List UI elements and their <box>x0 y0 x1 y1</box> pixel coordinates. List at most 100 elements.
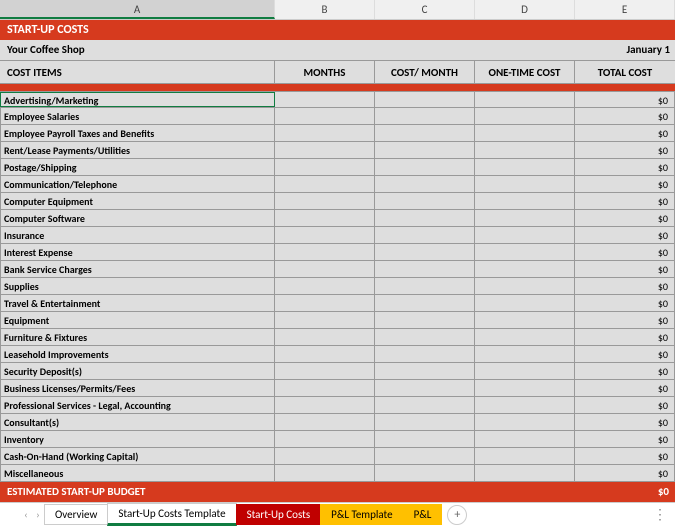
cost-item-label[interactable]: Consultant(s) <box>0 414 275 430</box>
one-time-cell[interactable] <box>475 108 575 124</box>
cost-item-label[interactable]: Travel & Entertainment <box>0 295 275 311</box>
cost-month-cell[interactable] <box>375 108 475 124</box>
total-cost-cell[interactable]: $0 <box>575 244 675 260</box>
cost-month-cell[interactable] <box>375 397 475 413</box>
one-time-cell[interactable] <box>475 414 575 430</box>
cost-item-label[interactable]: Business Licenses/Permits/Fees <box>0 380 275 396</box>
total-cost-cell[interactable]: $0 <box>575 448 675 464</box>
tab-pl[interactable]: P&L <box>403 504 443 525</box>
cost-item-label[interactable]: Furniture & Fixtures <box>0 329 275 345</box>
total-cost-cell[interactable]: $0 <box>575 210 675 226</box>
one-time-cell[interactable] <box>475 176 575 192</box>
cost-item-label[interactable]: Computer Equipment <box>0 193 275 209</box>
cost-item-label[interactable]: Insurance <box>0 227 275 243</box>
cost-month-cell[interactable] <box>375 92 475 107</box>
cost-month-cell[interactable] <box>375 176 475 192</box>
cost-item-label[interactable]: Employee Payroll Taxes and Benefits <box>0 125 275 141</box>
tab-options-icon[interactable]: ⋮ <box>653 506 667 523</box>
months-cell[interactable] <box>275 329 375 345</box>
total-cost-cell[interactable]: $0 <box>575 125 675 141</box>
subtitle-left[interactable]: Your Coffee Shop <box>0 40 275 60</box>
cost-item-label[interactable]: Professional Services - Legal, Accountin… <box>0 397 275 413</box>
one-time-cell[interactable] <box>475 312 575 328</box>
months-cell[interactable] <box>275 465 375 481</box>
months-cell[interactable] <box>275 414 375 430</box>
one-time-cell[interactable] <box>475 261 575 277</box>
total-cost-cell[interactable]: $0 <box>575 108 675 124</box>
months-cell[interactable] <box>275 176 375 192</box>
subtitle-right[interactable]: January 1 <box>575 40 675 60</box>
cost-item-label[interactable]: Leasehold Improvements <box>0 346 275 362</box>
one-time-cell[interactable] <box>475 159 575 175</box>
tab-nav-left[interactable]: ‹ <box>20 508 32 521</box>
cost-month-cell[interactable] <box>375 380 475 396</box>
total-cost-cell[interactable]: $0 <box>575 176 675 192</box>
cost-item-label[interactable]: Equipment <box>0 312 275 328</box>
months-cell[interactable] <box>275 431 375 447</box>
header-cost-items[interactable]: COST ITEMS <box>0 61 275 83</box>
months-cell[interactable] <box>275 193 375 209</box>
footer-mid[interactable] <box>275 482 575 502</box>
one-time-cell[interactable] <box>475 363 575 379</box>
total-cost-cell[interactable]: $0 <box>575 159 675 175</box>
cost-month-cell[interactable] <box>375 363 475 379</box>
tab-overview[interactable]: Overview <box>44 504 108 525</box>
total-cost-cell[interactable]: $0 <box>575 312 675 328</box>
cost-month-cell[interactable] <box>375 159 475 175</box>
months-cell[interactable] <box>275 227 375 243</box>
one-time-cell[interactable] <box>475 346 575 362</box>
cost-month-cell[interactable] <box>375 278 475 294</box>
header-months[interactable]: MONTHS <box>275 61 375 83</box>
cost-month-cell[interactable] <box>375 193 475 209</box>
tab-nav-right[interactable]: › <box>32 508 44 521</box>
header-one-time[interactable]: ONE-TIME COST <box>475 61 575 83</box>
months-cell[interactable] <box>275 278 375 294</box>
cost-month-cell[interactable] <box>375 431 475 447</box>
months-cell[interactable] <box>275 159 375 175</box>
one-time-cell[interactable] <box>475 227 575 243</box>
tab-start-up-costs[interactable]: Start-Up Costs <box>236 504 322 525</box>
cost-item-label[interactable]: Communication/Telephone <box>0 176 275 192</box>
total-cost-cell[interactable]: $0 <box>575 346 675 362</box>
cost-item-label[interactable]: Advertising/Marketing <box>0 92 275 107</box>
cost-month-cell[interactable] <box>375 448 475 464</box>
footer-total[interactable]: $0 <box>575 482 675 502</box>
months-cell[interactable] <box>275 363 375 379</box>
one-time-cell[interactable] <box>475 210 575 226</box>
one-time-cell[interactable] <box>475 380 575 396</box>
months-cell[interactable] <box>275 125 375 141</box>
tab-start-up-costs-template[interactable]: Start-Up Costs Template <box>107 503 236 526</box>
months-cell[interactable] <box>275 380 375 396</box>
cost-item-label[interactable]: Employee Salaries <box>0 108 275 124</box>
col-head-d[interactable]: D <box>475 0 575 19</box>
cost-item-label[interactable]: Supplies <box>0 278 275 294</box>
cost-month-cell[interactable] <box>375 465 475 481</box>
total-cost-cell[interactable]: $0 <box>575 92 675 107</box>
col-head-c[interactable]: C <box>375 0 475 19</box>
one-time-cell[interactable] <box>475 92 575 107</box>
months-cell[interactable] <box>275 142 375 158</box>
cost-month-cell[interactable] <box>375 295 475 311</box>
cost-month-cell[interactable] <box>375 261 475 277</box>
cost-month-cell[interactable] <box>375 227 475 243</box>
months-cell[interactable] <box>275 92 375 107</box>
cost-item-label[interactable]: Inventory <box>0 431 275 447</box>
cost-month-cell[interactable] <box>375 414 475 430</box>
total-cost-cell[interactable]: $0 <box>575 227 675 243</box>
one-time-cell[interactable] <box>475 278 575 294</box>
one-time-cell[interactable] <box>475 448 575 464</box>
one-time-cell[interactable] <box>475 431 575 447</box>
months-cell[interactable] <box>275 312 375 328</box>
cost-item-label[interactable]: Miscellaneous <box>0 465 275 481</box>
add-sheet-button[interactable]: + <box>447 505 467 525</box>
cost-item-label[interactable]: Rent/Lease Payments/Utilities <box>0 142 275 158</box>
cost-month-cell[interactable] <box>375 312 475 328</box>
total-cost-cell[interactable]: $0 <box>575 261 675 277</box>
header-total[interactable]: TOTAL COST <box>575 61 675 83</box>
cost-item-label[interactable]: Computer Software <box>0 210 275 226</box>
total-cost-cell[interactable]: $0 <box>575 278 675 294</box>
months-cell[interactable] <box>275 448 375 464</box>
one-time-cell[interactable] <box>475 465 575 481</box>
months-cell[interactable] <box>275 346 375 362</box>
total-cost-cell[interactable]: $0 <box>575 414 675 430</box>
